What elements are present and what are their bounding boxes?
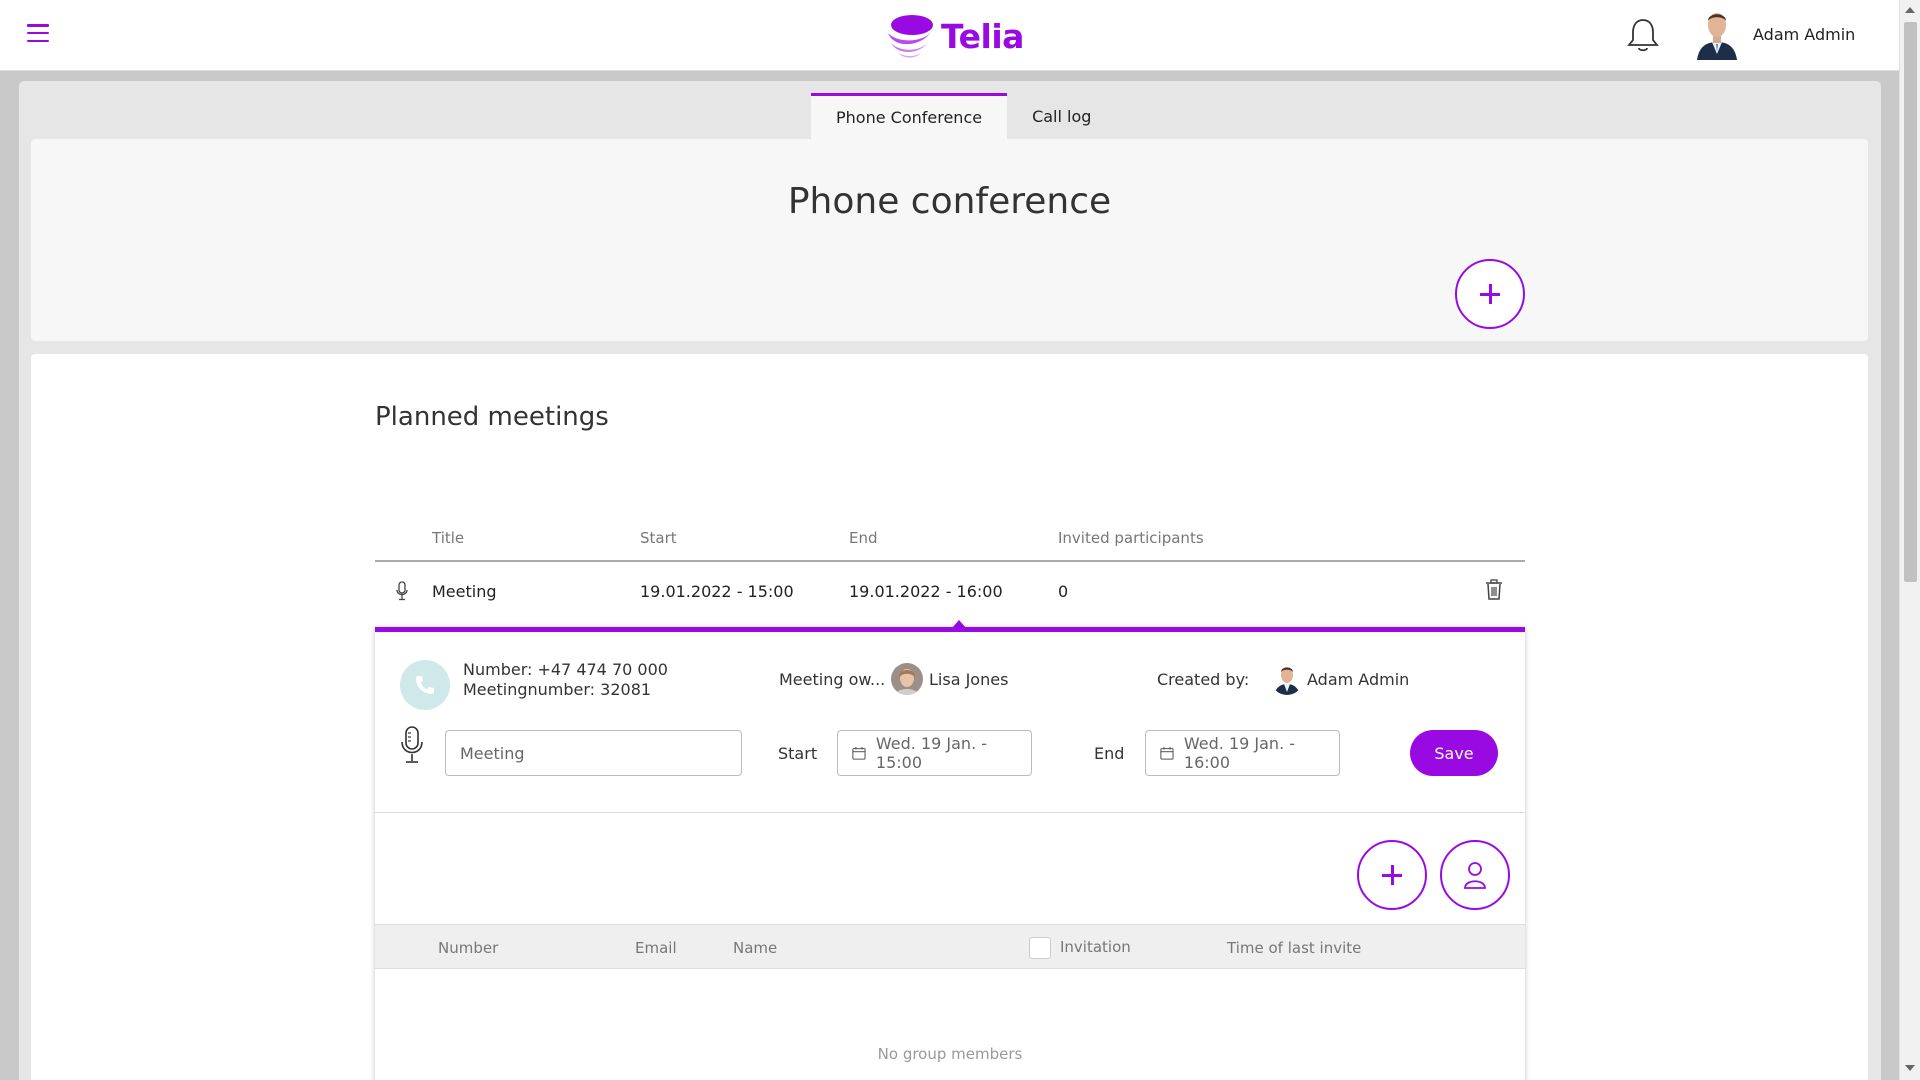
microphone-icon (396, 581, 408, 601)
column-start[interactable]: Start (640, 529, 677, 547)
meeting-end: 19.01.2022 - 16:00 (849, 582, 1003, 601)
table-row[interactable]: Meeting 19.01.2022 - 15:00 19.01.2022 - … (375, 564, 1525, 618)
microphone-icon (401, 726, 423, 763)
creator-name: Adam Admin (1307, 670, 1410, 689)
meeting-start: 19.01.2022 - 15:00 (640, 582, 794, 601)
telia-pebble-icon (888, 15, 933, 58)
created-by-label: Created by: (1157, 670, 1250, 689)
conference-number: Number: +47 474 70 000 (463, 660, 668, 679)
start-date-picker[interactable]: Wed. 19 Jan. - 15:00 (837, 730, 1032, 776)
add-participant-button[interactable] (1357, 840, 1427, 910)
page-title: Phone conference (787, 181, 1112, 222)
column-invitation[interactable]: Invitation (1060, 938, 1131, 956)
creator-avatar (1271, 663, 1303, 695)
calendar-icon (852, 746, 866, 760)
end-label: End (1094, 744, 1125, 763)
meeting-title-input[interactable]: Meeting (445, 730, 742, 776)
brand-name: Telia (941, 16, 1024, 56)
column-number[interactable]: Number (438, 939, 498, 957)
column-title[interactable]: Title (432, 529, 464, 547)
column-name[interactable]: Name (733, 939, 777, 957)
empty-members-message: No group members (877, 1045, 1023, 1063)
top-bar: Telia Adam Admin (0, 0, 1899, 71)
meeting-number: Meetingnumber: 32081 (463, 680, 652, 699)
meeting-owner-label: Meeting ow... (779, 670, 886, 689)
user-name: Adam Admin (1753, 24, 1856, 44)
plus-icon (1382, 865, 1402, 885)
column-invited-participants[interactable]: Invited participants (1058, 529, 1204, 547)
section-title: Planned meetings (375, 402, 609, 432)
person-icon (1464, 862, 1486, 889)
members-table-header: Number Email Name Invitation Time of las… (375, 924, 1525, 969)
avatar (1695, 8, 1739, 60)
scroll-down-arrow-icon[interactable] (1905, 1065, 1915, 1071)
scroll-thumb[interactable] (1904, 22, 1917, 582)
user-menu[interactable]: Adam Admin (1695, 8, 1855, 60)
column-end[interactable]: End (849, 529, 878, 547)
add-conference-button[interactable] (1455, 259, 1525, 329)
add-contact-button[interactable] (1440, 840, 1510, 910)
telia-logo[interactable]: Telia (885, 10, 1024, 62)
tab-call-log[interactable]: Call log (1007, 93, 1116, 139)
page-scrollbar[interactable] (1899, 0, 1920, 1080)
phone-icon (400, 660, 450, 710)
calendar-icon (1160, 746, 1174, 760)
bell-icon[interactable] (1625, 16, 1661, 54)
conference-header-card (31, 139, 1868, 341)
end-date-picker[interactable]: Wed. 19 Jan. - 16:00 (1145, 730, 1340, 776)
end-date-value: Wed. 19 Jan. - 16:00 (1183, 734, 1296, 772)
tab-phone-conference[interactable]: Phone Conference (811, 93, 1008, 139)
divider (375, 812, 1525, 813)
meeting-owner-name: Lisa Jones (929, 670, 1009, 689)
plus-icon (1480, 284, 1500, 304)
column-time-of-last-invite[interactable]: Time of last invite (1227, 939, 1361, 957)
start-date-value: Wed. 19 Jan. - 15:00 (875, 734, 988, 772)
meeting-participants: 0 (1058, 582, 1069, 601)
scroll-up-arrow-icon[interactable] (1905, 7, 1915, 13)
meetings-table-header: Title Start End Invited participants (375, 526, 1525, 562)
tab-bar: Phone Conference Call log (811, 93, 1116, 139)
trash-icon[interactable] (1485, 579, 1503, 601)
select-all-checkbox[interactable] (1029, 937, 1051, 959)
meeting-title: Meeting (432, 582, 497, 601)
hamburger-icon[interactable] (27, 24, 49, 42)
owner-avatar (891, 663, 923, 695)
column-email[interactable]: Email (635, 939, 677, 957)
start-label: Start (778, 744, 818, 763)
meeting-details-panel: Number: +47 474 70 000 Meetingnumber: 32… (375, 627, 1525, 1080)
save-button[interactable]: Save (1410, 730, 1498, 776)
